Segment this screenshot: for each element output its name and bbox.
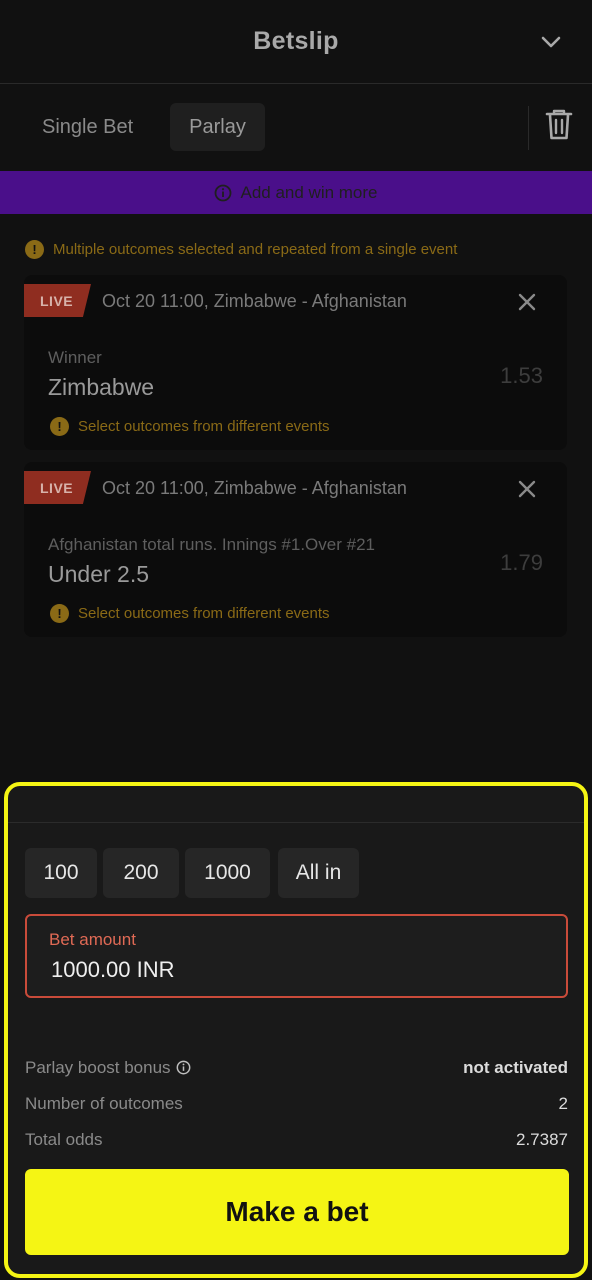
tabs-divider [528, 106, 529, 150]
promo-text: Add and win more [240, 182, 378, 202]
quick-amount-200[interactable]: 200 [103, 848, 179, 898]
market-name: Afghanistan total runs. Innings #1.Over … [48, 535, 375, 554]
bet-amount-label: Bet amount [49, 930, 136, 949]
promo-banner[interactable]: Add and win more [0, 171, 592, 214]
parlay-boost-row: Parlay boost bonus not activated [25, 1056, 568, 1080]
market-name: Winner [48, 348, 102, 367]
make-bet-button[interactable]: Make a bet [25, 1169, 569, 1255]
outcomes-count-value: 2 [558, 1094, 568, 1113]
betslip-warning: ! Multiple outcomes selected and repeate… [25, 238, 457, 260]
outcome-name: Zimbabwe [48, 374, 155, 400]
tab-parlay[interactable]: Parlay [170, 103, 265, 151]
parlay-boost-value: not activated [463, 1058, 568, 1077]
bet-amount-field[interactable]: Bet amount 1000.00 INR [25, 914, 568, 998]
bet-panel: 100 200 1000 All in Bet amount 1000.00 I… [4, 782, 588, 1278]
page-title: Betslip [253, 27, 339, 55]
bet-type-tabs: Single Bet Parlay [0, 84, 592, 170]
total-odds-value: 2.7387 [516, 1130, 568, 1149]
close-icon[interactable] [517, 479, 537, 499]
tab-single-bet[interactable]: Single Bet [24, 103, 151, 151]
card-warning-text: Select outcomes from different events [78, 605, 330, 622]
card-warning-text: Select outcomes from different events [78, 418, 330, 435]
outcome-odds: 1.79 [500, 550, 543, 575]
card-warning: ! Select outcomes from different events [50, 604, 330, 623]
outcome-odds: 1.53 [500, 363, 543, 388]
panel-divider [8, 822, 584, 823]
info-icon [215, 184, 232, 201]
close-icon[interactable] [517, 292, 537, 312]
outcome-name: Under 2.5 [48, 561, 150, 587]
parlay-boost-label-wrap: Parlay boost bonus [25, 1058, 191, 1078]
quick-amount-all-in[interactable]: All in [278, 848, 359, 898]
event-title[interactable]: Oct 20 11:00, Zimbabwe - Afghanistan [102, 478, 407, 499]
quick-amount-1000[interactable]: 1000 [185, 848, 270, 898]
live-badge: LIVE [24, 471, 91, 504]
total-odds-row: Total odds 2.7387 [25, 1128, 568, 1152]
warning-icon: ! [25, 239, 44, 259]
betslip-header: Betslip [0, 0, 592, 84]
outcomes-count-label: Number of outcomes [25, 1094, 183, 1113]
bet-card: LIVE Oct 20 11:00, Zimbabwe - Afghanista… [24, 275, 567, 450]
trash-icon[interactable] [543, 107, 575, 141]
live-badge: LIVE [24, 284, 91, 317]
card-warning: ! Select outcomes from different events [50, 417, 330, 436]
info-icon[interactable] [176, 1060, 191, 1075]
warning-icon: ! [50, 417, 69, 436]
chevron-down-icon[interactable] [540, 31, 562, 53]
bet-card: LIVE Oct 20 11:00, Zimbabwe - Afghanista… [24, 462, 567, 637]
event-title[interactable]: Oct 20 11:00, Zimbabwe - Afghanistan [102, 291, 407, 312]
parlay-boost-label: Parlay boost bonus [25, 1058, 171, 1077]
total-odds-label: Total odds [25, 1130, 103, 1149]
outcomes-count-row: Number of outcomes 2 [25, 1092, 568, 1116]
warning-icon: ! [50, 604, 69, 623]
bet-amount-value[interactable]: 1000.00 INR [51, 957, 175, 983]
warning-text: Multiple outcomes selected and repeated … [53, 240, 458, 258]
quick-amount-100[interactable]: 100 [25, 848, 97, 898]
